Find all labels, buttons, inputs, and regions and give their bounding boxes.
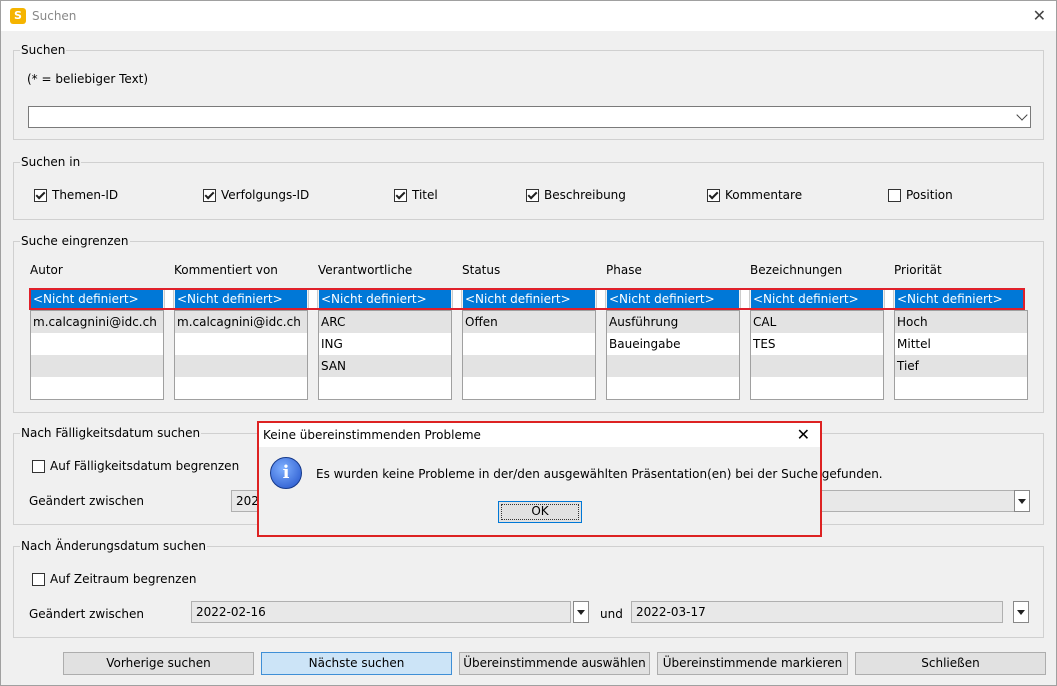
checkbox-box[interactable] — [34, 188, 47, 202]
title-bar: S Suchen ✕ — [1, 1, 1056, 31]
change-date-group: Nach Änderungsdatum suchen Auf Zeitraum … — [13, 539, 1044, 638]
change-date-to-dropdown-icon[interactable] — [1013, 601, 1029, 623]
list-item[interactable]: Offen — [463, 311, 595, 333]
checkbox-change-date[interactable]: Auf Zeitraum begrenzen — [32, 572, 196, 586]
previous-button[interactable]: Vorherige suchen — [63, 652, 254, 675]
list-item[interactable]: Ausführung — [607, 311, 739, 333]
list-item[interactable]: SAN — [319, 355, 451, 377]
dialog-message: Es wurden keine Probleme in der/den ausg… — [316, 467, 883, 481]
search-in-group-label: Suchen in — [20, 155, 82, 169]
verantwortliche-list[interactable]: ARC ING SAN — [318, 310, 452, 400]
dialog-title-bar: Keine übereinstimmenden Probleme ✕ — [259, 423, 820, 447]
phase-list[interactable]: Ausführung Baueingabe — [606, 310, 740, 400]
column-header-status: Status — [462, 263, 501, 277]
list-item[interactable]: Hoch — [895, 311, 1027, 333]
list-item[interactable] — [463, 355, 595, 377]
next-button[interactable]: Nächste suchen — [261, 652, 452, 675]
checkbox-due-date[interactable]: Auf Fälligkeitsdatum begrenzen — [32, 459, 239, 473]
search-window: S Suchen ✕ Suchen (* = beliebiger Text) … — [0, 0, 1057, 686]
list-item[interactable] — [175, 355, 307, 377]
checkbox-kommentare[interactable]: Kommentare — [707, 188, 802, 202]
due-date-changed-between-label: Geändert zwischen — [29, 494, 144, 508]
column-header-bezeichnungen: Bezeichnungen — [750, 263, 843, 277]
search-group-label: Suchen — [20, 43, 67, 57]
list-item[interactable]: Tief — [895, 355, 1027, 377]
change-date-changed-between-label: Geändert zwischen — [29, 607, 144, 621]
prioritaet-list[interactable]: Hoch Mittel Tief — [894, 310, 1028, 400]
no-results-dialog: Keine übereinstimmenden Probleme ✕ i Es … — [257, 421, 883, 537]
checkbox-box[interactable] — [707, 188, 720, 202]
checkbox-box[interactable] — [394, 188, 407, 202]
list-item[interactable] — [31, 333, 163, 355]
list-item[interactable] — [463, 333, 595, 355]
close-icon[interactable]: ✕ — [1033, 6, 1046, 25]
checkbox-box[interactable] — [203, 188, 216, 202]
column-header-kommentiert-von: Kommentiert von — [174, 263, 278, 277]
list-item[interactable]: m.calcagnini@idc.ch — [31, 311, 163, 333]
change-date-group-label: Nach Änderungsdatum suchen — [20, 539, 208, 553]
narrow-search-group-label: Suche eingrenzen — [20, 234, 130, 248]
kommentiert-von-list[interactable]: m.calcagnini@idc.ch — [174, 310, 308, 400]
selection-highlight — [29, 288, 1025, 310]
list-item[interactable]: ING — [319, 333, 451, 355]
list-item[interactable] — [751, 355, 883, 377]
due-date-dropdown-icon[interactable] — [1014, 490, 1030, 512]
close-button[interactable]: Schließen — [855, 652, 1046, 675]
column-header-prioritaet: Priorität — [894, 263, 942, 277]
checkbox-verfolgungs-id[interactable]: Verfolgungs-ID — [203, 188, 309, 202]
checkbox-box[interactable] — [32, 572, 45, 586]
checkbox-beschreibung[interactable]: Beschreibung — [526, 188, 626, 202]
due-date-group-label: Nach Fälligkeitsdatum suchen — [20, 426, 202, 440]
change-date-from-dropdown-icon[interactable] — [573, 601, 589, 623]
bezeichnungen-list[interactable]: CAL TES — [750, 310, 884, 400]
list-item[interactable] — [31, 355, 163, 377]
search-in-group: Suchen in Themen-ID Verfolgungs-ID Titel… — [13, 155, 1044, 220]
list-item[interactable]: m.calcagnini@idc.ch — [175, 311, 307, 333]
search-hint: (* = beliebiger Text) — [27, 72, 149, 86]
status-list[interactable]: Offen — [462, 310, 596, 400]
autor-list[interactable]: m.calcagnini@idc.ch — [30, 310, 164, 400]
column-header-autor: Autor — [30, 263, 63, 277]
checkbox-position[interactable]: Position — [888, 188, 953, 202]
change-date-from-field[interactable]: 2022-02-16 — [191, 601, 571, 623]
list-item[interactable]: CAL — [751, 311, 883, 333]
list-item[interactable]: TES — [751, 333, 883, 355]
app-icon: S — [10, 8, 26, 24]
search-input[interactable] — [28, 106, 1031, 128]
chevron-down-icon[interactable] — [1016, 109, 1028, 121]
mark-matches-button[interactable]: Übereinstimmende markieren — [657, 652, 848, 675]
window-title: Suchen — [32, 9, 77, 23]
list-item[interactable]: ARC — [319, 311, 451, 333]
checkbox-box[interactable] — [526, 188, 539, 202]
checkbox-box[interactable] — [32, 459, 45, 473]
and-label: und — [600, 607, 623, 621]
dialog-title: Keine übereinstimmenden Probleme — [263, 428, 481, 442]
list-item[interactable] — [607, 355, 739, 377]
checkbox-titel[interactable]: Titel — [394, 188, 438, 202]
checkbox-themen-id[interactable]: Themen-ID — [34, 188, 118, 202]
ok-button[interactable]: OK — [498, 501, 582, 523]
change-date-to-field[interactable]: 2022-03-17 — [631, 601, 1003, 623]
select-matches-button[interactable]: Übereinstimmende auswählen — [459, 652, 650, 675]
column-header-verantwortliche: Verantwortliche — [318, 263, 413, 277]
close-icon[interactable]: ✕ — [797, 425, 810, 444]
info-icon: i — [270, 457, 302, 489]
search-group: Suchen (* = beliebiger Text) — [13, 43, 1044, 140]
list-item[interactable]: Baueingabe — [607, 333, 739, 355]
list-item[interactable]: Mittel — [895, 333, 1027, 355]
list-item[interactable] — [175, 333, 307, 355]
checkbox-box[interactable] — [888, 188, 901, 202]
column-header-phase: Phase — [606, 263, 642, 277]
